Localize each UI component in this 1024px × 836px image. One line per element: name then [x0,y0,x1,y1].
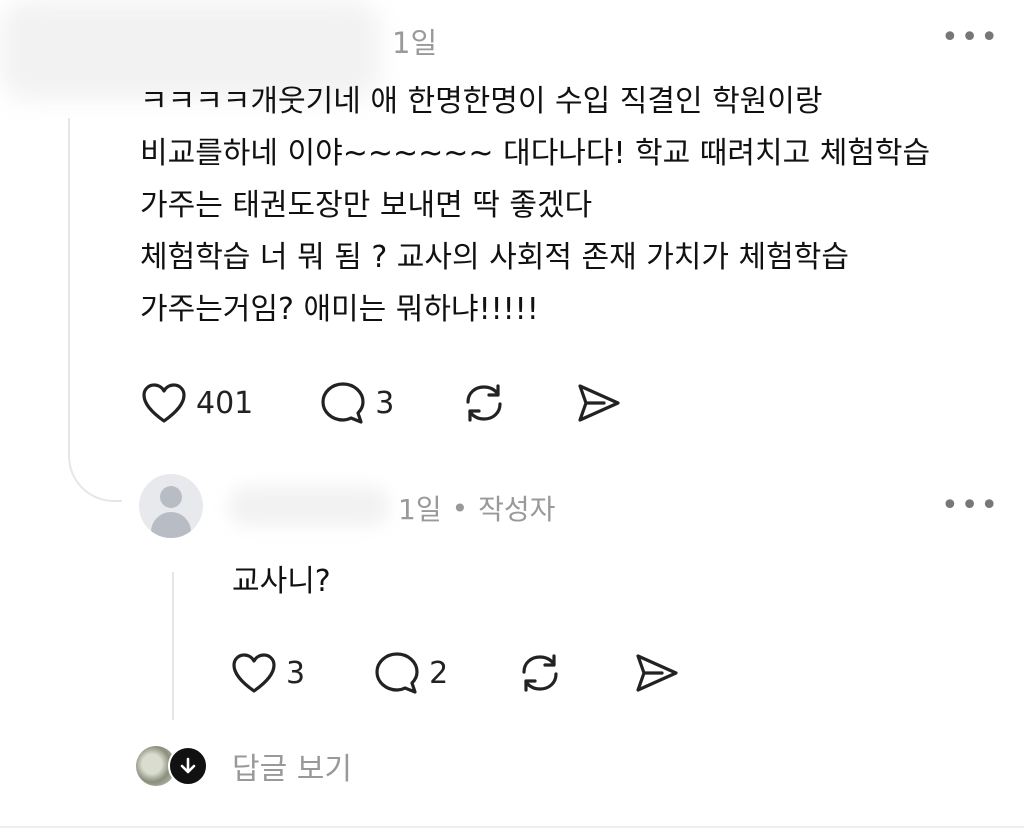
repost-icon [522,654,558,692]
reply-thread-line [172,572,174,720]
post-text-line: 가주는 태권도장만 보내면 딱 좋겠다 [140,188,593,223]
post-more-button[interactable]: ••• [941,23,1000,53]
like-count: 3 [286,655,306,691]
post-text-line: 비교를하네 이야~~~~~~ 대다나다! 학교 때려치고 체험학습 [140,136,931,171]
post-text: ㅋㅋㅋㅋ개웃기네 애 한명한명이 수입 직결인 학원이랑 비교를하네 이야~~~… [140,76,990,336]
redacted-username [228,486,390,526]
heart-icon [232,653,276,693]
thread-connector [68,118,122,502]
thread-page: 1일 ••• ㅋㅋㅋㅋ개웃기네 애 한명한명이 수입 직결인 학원이랑 비교를하… [0,0,1024,836]
post-text-line: 체험학습 너 뭐 됨 ? 교사의 사회적 존재 가치가 체험학습 [140,240,849,275]
reply-avatar[interactable] [139,474,203,538]
post-actions: 401 3 [140,380,688,426]
author-badge: 작성자 [478,493,556,526]
meta-separator: • [451,491,469,525]
view-replies-label[interactable]: 답글 보기 [232,744,352,788]
comment-button[interactable]: 2 [373,650,448,696]
repost-button[interactable] [516,650,564,696]
send-icon [578,384,620,422]
like-button[interactable]: 401 [140,381,253,425]
arrow-down-icon [180,757,196,774]
post-text-line: ㅋㅋㅋㅋ개웃기네 애 한명한명이 수입 직결인 학원이랑 [140,84,823,119]
comment-count: 3 [375,385,395,421]
avatar-body [151,512,191,538]
repost-button[interactable] [460,380,508,426]
reply-text: 교사니? [232,564,331,599]
share-button[interactable] [632,651,680,695]
reply-more-button[interactable]: ••• [941,491,1000,521]
reply-time: 1일 [398,493,442,526]
reply-meta: 1일 • 작성자 [398,488,555,528]
share-button[interactable] [574,381,622,425]
comment-count: 2 [429,655,449,691]
divider [0,826,1024,828]
reply-actions: 3 2 [230,650,746,696]
comment-bubble-icon [321,382,365,424]
post-time: 1일 [392,26,438,60]
view-replies-button[interactable]: 답글 보기 [136,744,352,788]
send-icon [636,654,678,692]
like-count: 401 [196,385,254,421]
expand-replies-button[interactable] [168,746,208,786]
comment-bubble-icon [375,652,419,694]
post-text-line: 가주는거임? 애미는 뭐하냐!!!!! [140,292,539,327]
heart-icon [142,383,186,423]
comment-button[interactable]: 3 [319,380,394,426]
like-button[interactable]: 3 [230,651,305,695]
repost-icon [466,384,502,422]
avatar-head [160,486,182,508]
